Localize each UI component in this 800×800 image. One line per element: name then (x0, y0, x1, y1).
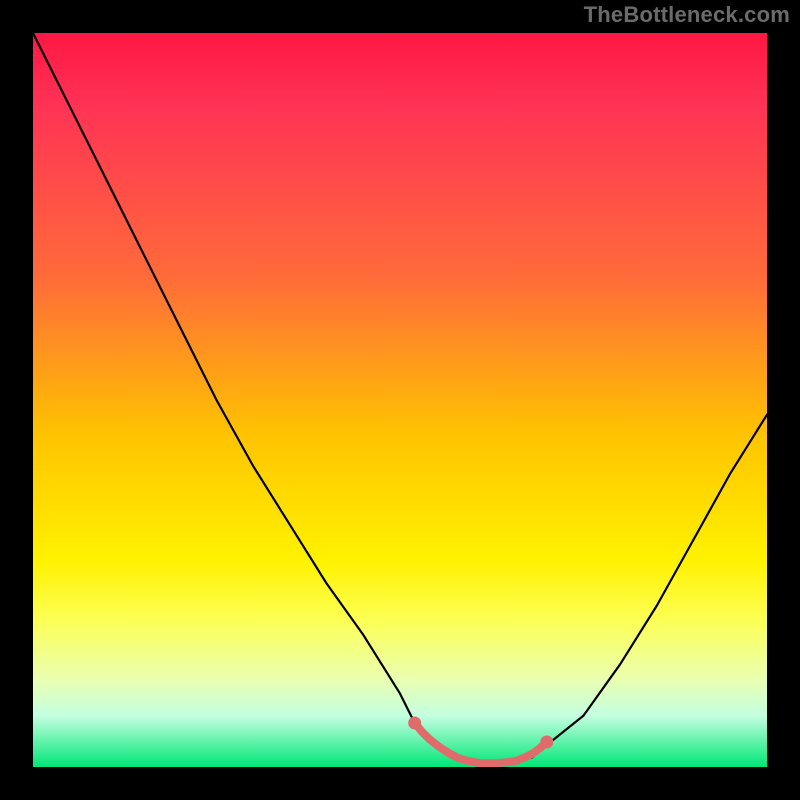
chart-frame: TheBottleneck.com (0, 0, 800, 800)
optimal-zone-end-dot (540, 736, 553, 749)
optimal-zone-marker (415, 723, 547, 763)
curve-layer (33, 33, 767, 767)
watermark-label: TheBottleneck.com (584, 2, 790, 28)
bottleneck-curve (33, 33, 767, 763)
plot-area (33, 33, 767, 767)
optimal-zone-end-dot (408, 717, 421, 730)
